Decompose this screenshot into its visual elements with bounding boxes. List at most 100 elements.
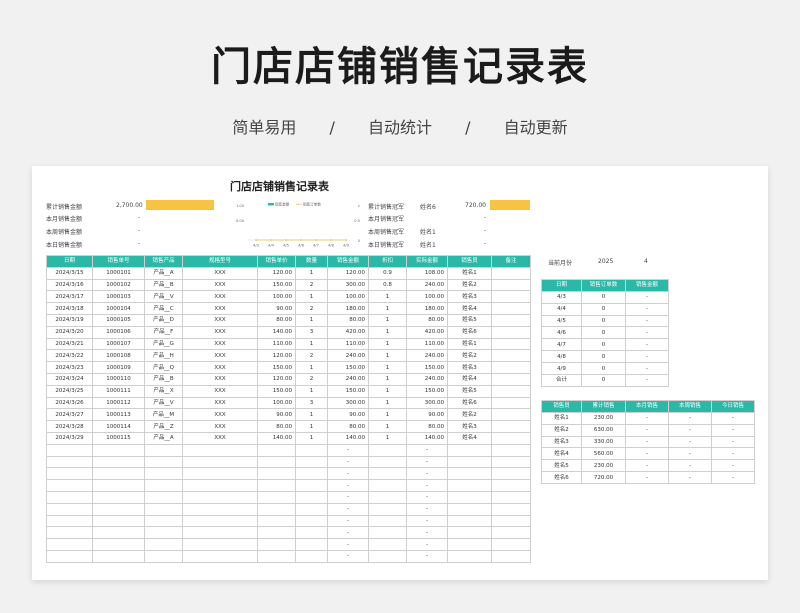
table-cell[interactable]: - (327, 443, 369, 457)
table-cell[interactable]: 0 (581, 338, 626, 352)
table-cell[interactable]: 2024/3/28 (46, 420, 93, 433)
table-cell[interactable] (92, 467, 145, 481)
table-cell[interactable]: 1 (368, 313, 407, 327)
table-cell[interactable]: 1 (368, 349, 407, 363)
table-cell[interactable]: 1000103 (92, 290, 145, 304)
table-cell[interactable] (257, 479, 296, 492)
table-cell[interactable] (92, 490, 145, 504)
table-cell[interactable]: XXX (182, 313, 258, 327)
table-cell[interactable]: 2024/3/18 (46, 302, 93, 315)
table-cell[interactable]: 产品__A (144, 431, 183, 445)
table-cell[interactable] (144, 514, 183, 528)
table-cell[interactable]: 230.00 (581, 459, 626, 473)
table-cell[interactable]: 产品__X (144, 384, 183, 398)
table-cell[interactable] (491, 372, 531, 386)
table-cell[interactable]: XXX (182, 302, 258, 315)
table-cell[interactable] (182, 538, 258, 551)
table-cell[interactable]: - (625, 290, 669, 304)
table-cell[interactable]: 产品__D (144, 313, 183, 327)
table-cell[interactable]: - (327, 538, 369, 551)
table-cell[interactable]: XXX (182, 266, 258, 280)
table-cell[interactable]: - (625, 314, 669, 328)
table-cell[interactable]: - (327, 467, 369, 481)
table-cell[interactable]: 300.00 (406, 396, 448, 410)
table-cell[interactable]: 150.00 (327, 384, 369, 398)
table-cell[interactable]: 产品__V (144, 396, 183, 410)
table-cell[interactable]: 1 (368, 290, 407, 304)
table-cell[interactable]: 1 (368, 302, 407, 315)
table-cell[interactable]: 240.00 (406, 372, 448, 386)
table-cell[interactable] (46, 479, 93, 492)
table-cell[interactable] (144, 479, 183, 492)
table-cell[interactable] (257, 526, 296, 540)
table-cell[interactable] (295, 490, 328, 504)
table-cell[interactable]: 姓名6 (447, 396, 492, 410)
table-cell[interactable] (257, 455, 296, 469)
table-cell[interactable] (491, 408, 531, 422)
table-cell[interactable] (295, 467, 328, 481)
table-cell[interactable]: 100.00 (257, 290, 296, 304)
table-cell[interactable]: - (327, 549, 369, 563)
table-cell[interactable]: 1 (368, 361, 407, 374)
table-cell[interactable]: 0 (581, 314, 626, 328)
table-cell[interactable] (182, 549, 258, 563)
table-cell[interactable] (46, 549, 93, 563)
table-cell[interactable] (447, 502, 492, 516)
table-cell[interactable] (491, 431, 531, 445)
table-cell[interactable]: 姓名6 (447, 325, 492, 339)
table-cell[interactable] (46, 502, 93, 516)
table-cell[interactable] (491, 313, 531, 327)
table-cell[interactable]: - (668, 411, 712, 425)
table-cell[interactable]: 1000102 (92, 278, 145, 292)
table-cell[interactable] (491, 526, 531, 540)
table-cell[interactable]: 630.00 (581, 423, 626, 437)
table-cell[interactable] (144, 549, 183, 563)
table-cell[interactable]: 80.00 (406, 313, 448, 327)
table-cell[interactable]: - (711, 447, 755, 461)
table-cell[interactable] (368, 514, 407, 528)
table-cell[interactable]: 姓名4 (541, 447, 582, 461)
table-cell[interactable] (46, 490, 93, 504)
table-cell[interactable] (295, 443, 328, 457)
table-cell[interactable]: 2024/3/19 (46, 313, 93, 327)
table-cell[interactable] (368, 549, 407, 563)
table-cell[interactable]: 0 (581, 362, 626, 376)
table-cell[interactable]: 150.00 (257, 384, 296, 398)
table-cell[interactable]: 110.00 (257, 337, 296, 351)
table-cell[interactable]: 产品__H (144, 349, 183, 363)
table-cell[interactable]: XXX (182, 349, 258, 363)
table-cell[interactable]: - (406, 549, 448, 563)
table-cell[interactable] (491, 514, 531, 528)
table-cell[interactable] (92, 455, 145, 469)
table-cell[interactable] (295, 538, 328, 551)
table-cell[interactable] (257, 538, 296, 551)
table-cell[interactable] (92, 538, 145, 551)
table-cell[interactable]: 0.8 (368, 278, 407, 292)
table-cell[interactable] (368, 538, 407, 551)
table-cell[interactable] (491, 455, 531, 469)
table-cell[interactable] (182, 467, 258, 481)
table-cell[interactable]: 240.00 (406, 278, 448, 292)
table-cell[interactable]: - (406, 526, 448, 540)
table-cell[interactable]: 产品__F (144, 325, 183, 339)
table-cell[interactable]: XXX (182, 420, 258, 433)
table-cell[interactable]: 2024/3/22 (46, 349, 93, 363)
table-cell[interactable]: - (668, 435, 712, 449)
table-cell[interactable]: 108.00 (406, 266, 448, 280)
table-cell[interactable] (257, 514, 296, 528)
table-cell[interactable]: - (711, 435, 755, 449)
table-cell[interactable]: - (327, 502, 369, 516)
table-cell[interactable]: 1 (295, 313, 328, 327)
table-cell[interactable]: - (327, 455, 369, 469)
table-cell[interactable]: 140.00 (257, 325, 296, 339)
table-cell[interactable]: - (406, 455, 448, 469)
table-cell[interactable]: - (406, 479, 448, 492)
table-cell[interactable]: - (625, 326, 669, 340)
table-cell[interactable] (491, 302, 531, 315)
table-cell[interactable]: 150.00 (257, 361, 296, 374)
table-cell[interactable]: 120.00 (257, 372, 296, 386)
table-cell[interactable] (491, 490, 531, 504)
table-cell[interactable] (491, 479, 531, 492)
table-cell[interactable] (46, 467, 93, 481)
table-cell[interactable]: 2024/3/24 (46, 372, 93, 386)
